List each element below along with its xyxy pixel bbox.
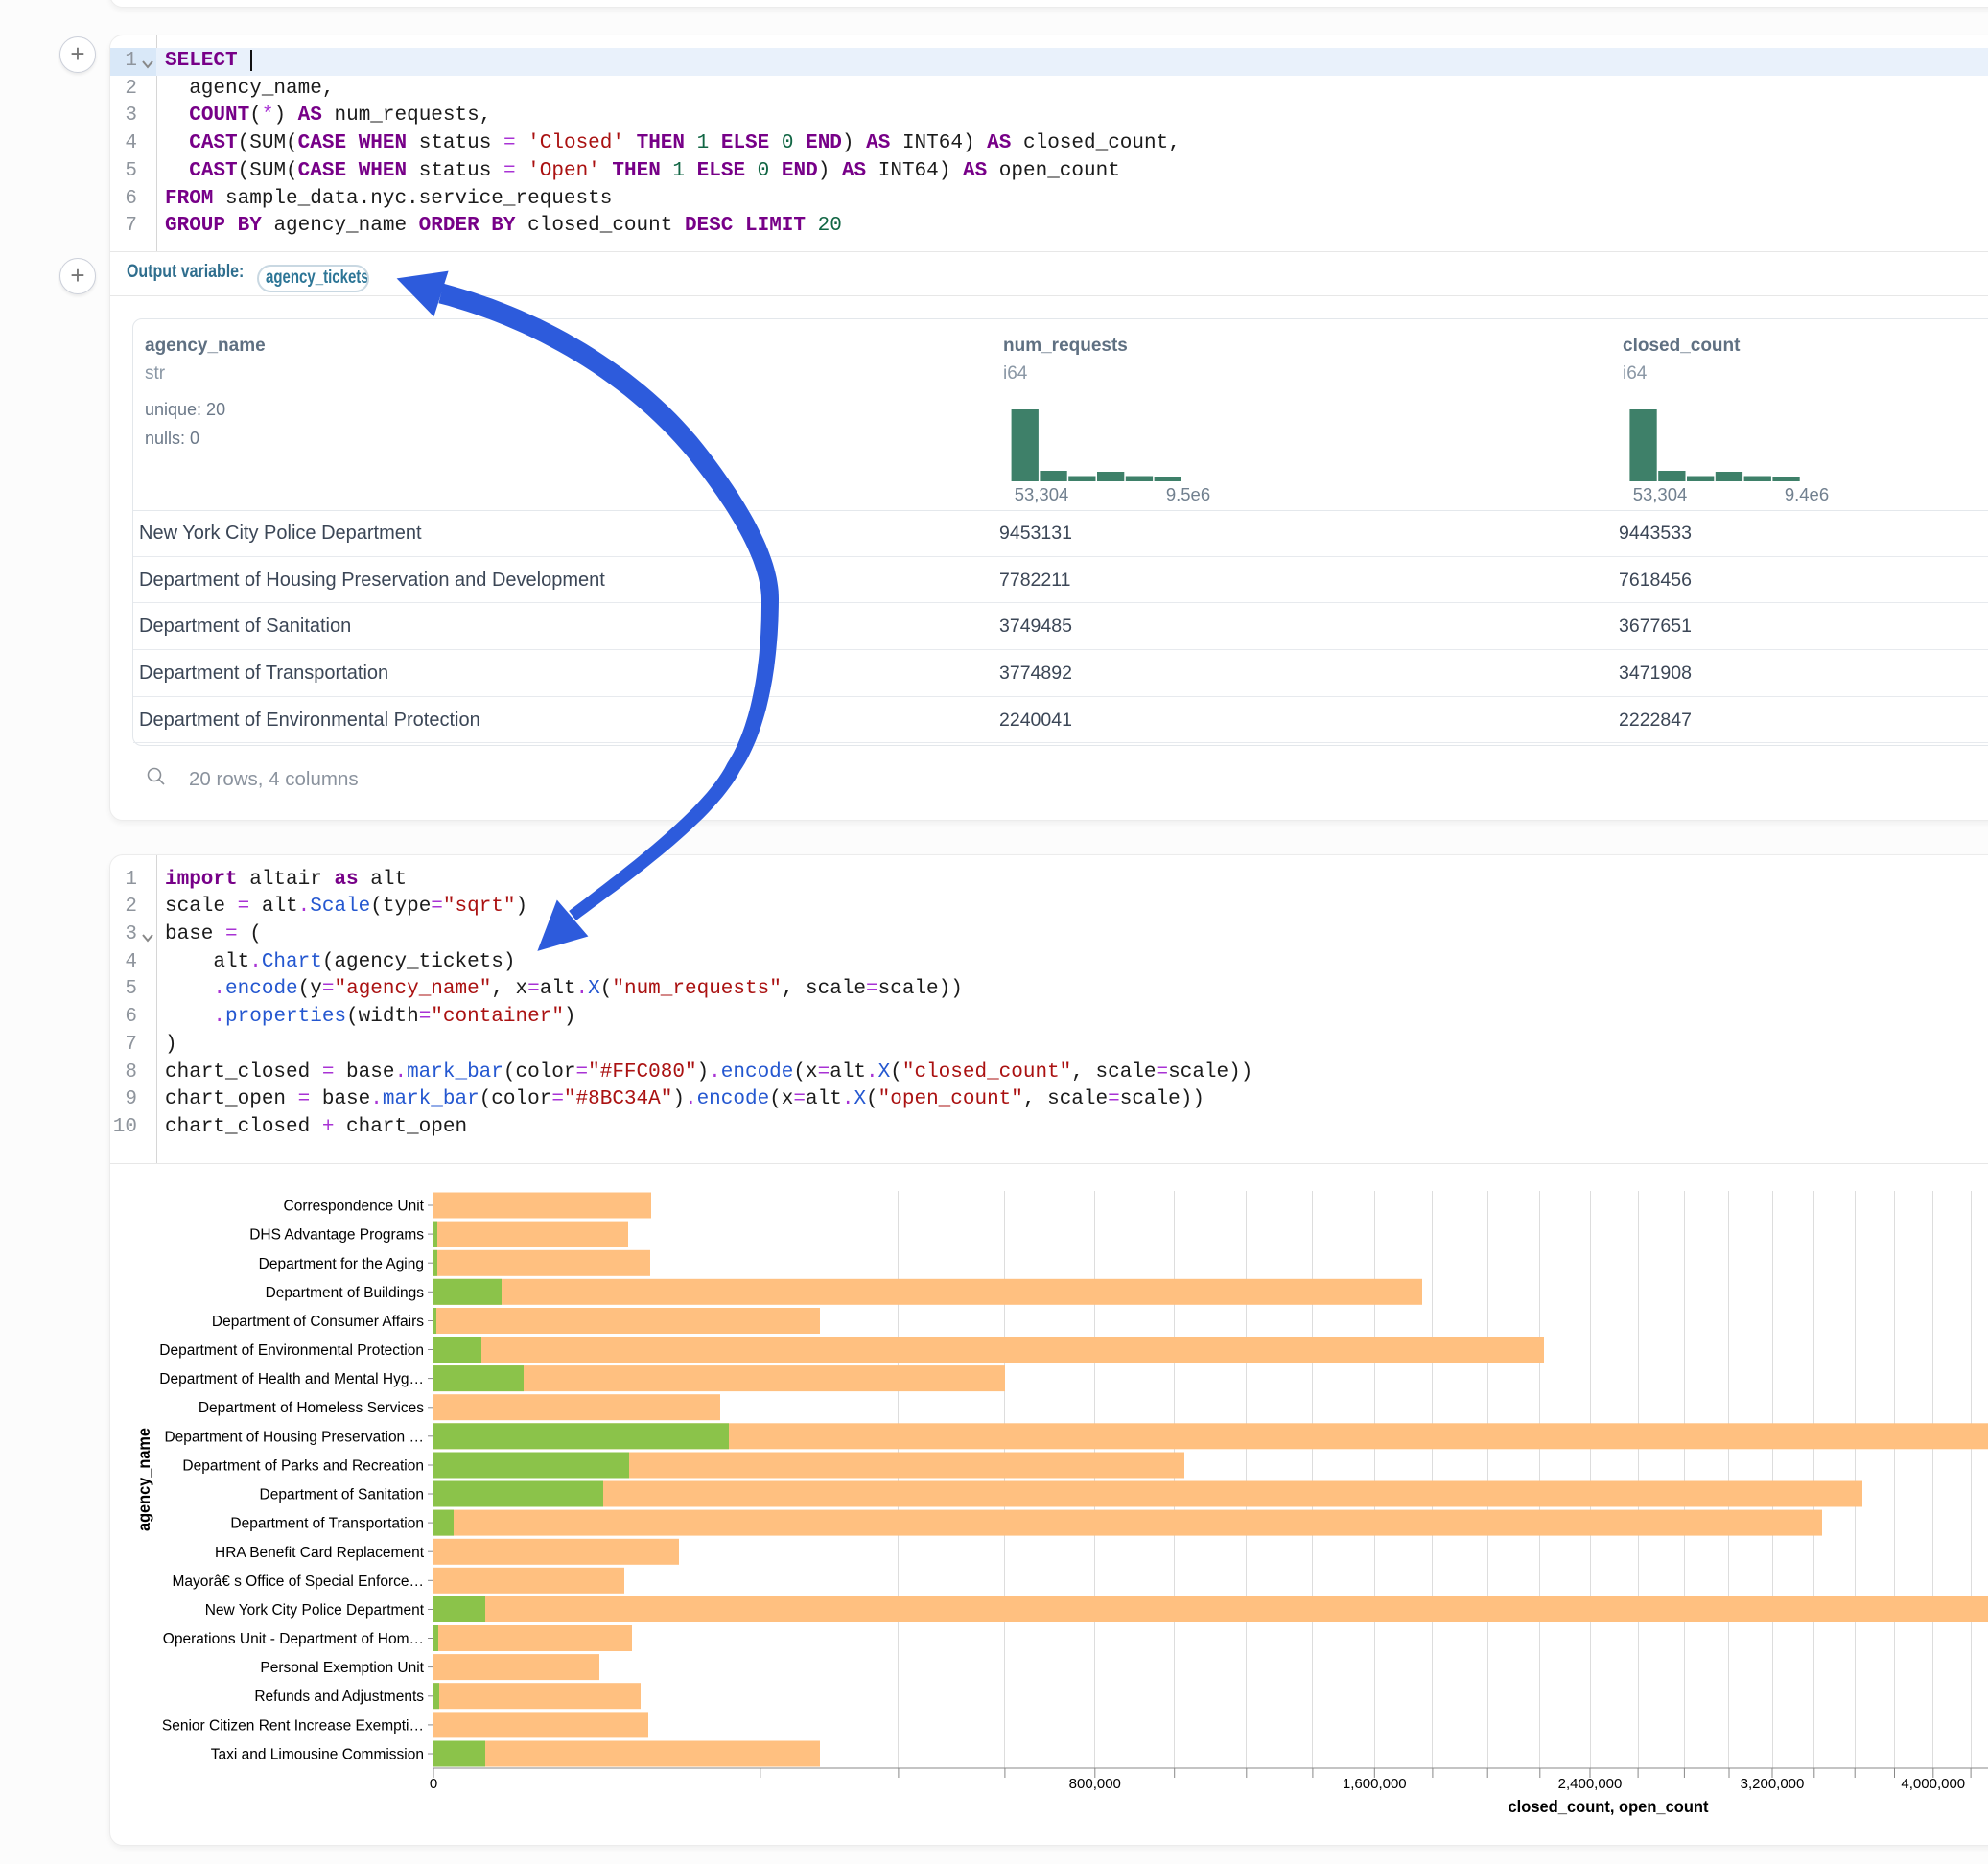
svg-text:Department of Buildings: Department of Buildings: [266, 1285, 425, 1301]
svg-text:9.5e6: 9.5e6: [1166, 484, 1210, 504]
svg-text:Taxi and Limousine Commission: Taxi and Limousine Commission: [211, 1747, 424, 1763]
svg-text:0: 0: [430, 1776, 437, 1792]
svg-text:53,304: 53,304: [1015, 484, 1069, 504]
svg-text:Department of Parks and Recrea: Department of Parks and Recreation: [182, 1458, 424, 1475]
svg-text:Operations Unit - Department o: Operations Unit - Department of Hom…: [163, 1631, 424, 1647]
svg-text:Department of Homeless Service: Department of Homeless Services: [199, 1400, 424, 1416]
svg-text:Personal Exemption Unit: Personal Exemption Unit: [260, 1660, 424, 1676]
svg-text:Mayorâ€ s Office of Special En: Mayorâ€ s Office of Special Enforce…: [173, 1573, 424, 1590]
svg-text:53,304: 53,304: [1633, 484, 1688, 504]
svg-text:agency_name: agency_name: [134, 1428, 153, 1531]
svg-text:4,000,000: 4,000,000: [1901, 1776, 1965, 1792]
svg-text:closed_count, open_count: closed_count, open_count: [1509, 1797, 1709, 1816]
svg-text:2,400,000: 2,400,000: [1558, 1776, 1623, 1792]
svg-text:Refunds and Adjustments: Refunds and Adjustments: [254, 1689, 424, 1705]
svg-text:DHS Advantage Programs: DHS Advantage Programs: [249, 1227, 424, 1244]
svg-text:Department of Health and Menta: Department of Health and Mental Hyg…: [159, 1371, 424, 1387]
svg-text:Correspondence Unit: Correspondence Unit: [284, 1199, 425, 1215]
svg-text:HRA Benefit Card Replacement: HRA Benefit Card Replacement: [215, 1545, 425, 1561]
svg-text:Department of Transportation: Department of Transportation: [230, 1516, 424, 1532]
svg-text:9.4e6: 9.4e6: [1785, 484, 1829, 504]
svg-text:Department for the Aging: Department for the Aging: [259, 1256, 424, 1272]
svg-text:3,200,000: 3,200,000: [1741, 1776, 1805, 1792]
svg-text:Department of Environmental Pr: Department of Environmental Protection: [159, 1342, 424, 1359]
svg-text:1,600,000: 1,600,000: [1343, 1776, 1407, 1792]
svg-text:800,000: 800,000: [1069, 1776, 1121, 1792]
svg-text:Senior Citizen Rent Increase E: Senior Citizen Rent Increase Exempti…: [162, 1717, 424, 1734]
svg-text:New York City Police Departmen: New York City Police Department: [205, 1602, 425, 1619]
svg-text:Department of Sanitation: Department of Sanitation: [260, 1487, 424, 1503]
svg-text:Department of Housing Preserva: Department of Housing Preservation …: [164, 1429, 424, 1445]
svg-text:Department of Consumer Affairs: Department of Consumer Affairs: [212, 1314, 424, 1330]
